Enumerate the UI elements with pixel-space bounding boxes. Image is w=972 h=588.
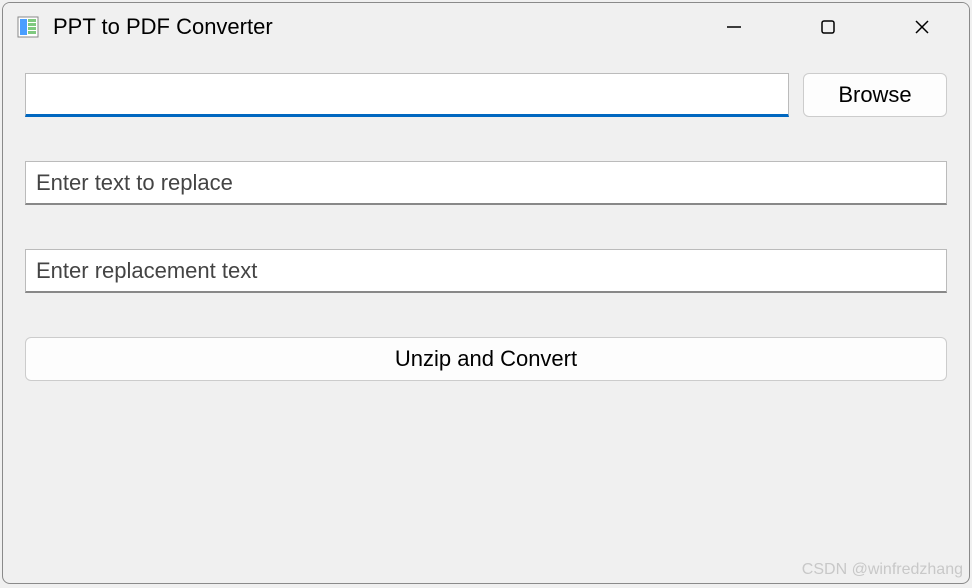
file-path-input[interactable]: [25, 73, 789, 117]
minimize-icon: [726, 19, 742, 35]
window-title: PPT to PDF Converter: [53, 14, 687, 40]
maximize-icon: [820, 19, 836, 35]
app-icon: [17, 16, 39, 38]
app-window: PPT to PDF Converter: [2, 2, 970, 584]
close-button[interactable]: [875, 3, 969, 51]
maximize-button[interactable]: [781, 3, 875, 51]
window-controls: [687, 3, 969, 51]
close-icon: [914, 19, 930, 35]
titlebar: PPT to PDF Converter: [3, 3, 969, 51]
replace-text-input[interactable]: [25, 249, 947, 293]
find-row: [25, 161, 947, 205]
convert-button[interactable]: Unzip and Convert: [25, 337, 947, 381]
convert-row: Unzip and Convert: [25, 337, 947, 381]
replace-row: [25, 249, 947, 293]
browse-button[interactable]: Browse: [803, 73, 947, 117]
content-area: Browse Unzip and Convert: [3, 51, 969, 583]
find-text-input[interactable]: [25, 161, 947, 205]
file-row: Browse: [25, 73, 947, 117]
minimize-button[interactable]: [687, 3, 781, 51]
